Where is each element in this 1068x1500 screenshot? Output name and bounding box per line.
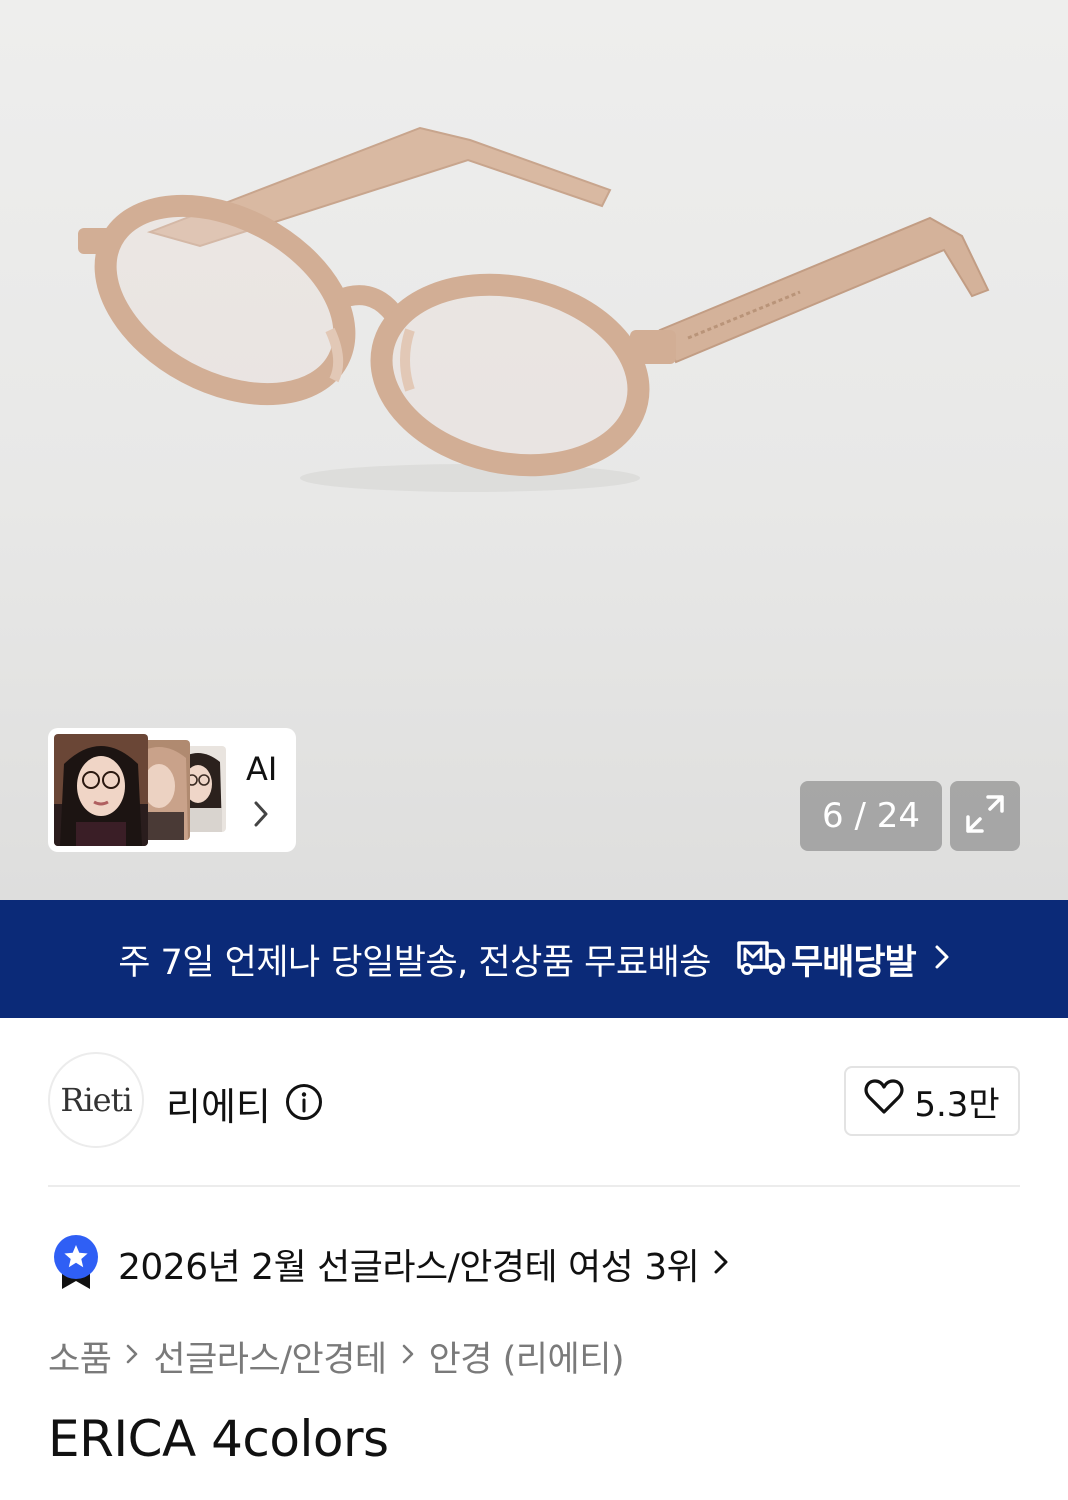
model-thumbnail [54, 734, 148, 846]
chevron-right-icon [125, 1342, 139, 1370]
breadcrumb-item[interactable]: 소품 [48, 1331, 112, 1382]
brand-logo[interactable]: Rieti [48, 1052, 144, 1148]
chevron-right-icon [401, 1342, 415, 1370]
info-icon[interactable] [284, 1082, 324, 1126]
ai-label: AI [246, 750, 278, 788]
image-counter: 6 / 24 [800, 781, 942, 851]
banner-logo: 무배당발 [733, 934, 917, 985]
like-count: 5.3만 [914, 1084, 1000, 1125]
ai-try-on-card[interactable]: AI [48, 728, 296, 852]
chevron-right-icon [713, 1248, 729, 1280]
ranking-text: 2026년 2월 선글라스/안경테 여성 3위 [118, 1247, 700, 1288]
breadcrumb-item[interactable]: 안경 (리에티) [429, 1331, 625, 1382]
product-image-gallery[interactable]: AI 6 / 24 [0, 0, 1068, 900]
brand-logo-text: Rieti [60, 1081, 132, 1119]
delivery-truck-m-icon [733, 937, 787, 981]
heart-icon [864, 1078, 914, 1124]
banner-text: 주 7일 언제나 당일발송, 전상품 무료배송 [118, 942, 711, 983]
product-title: ERICA 4colors [48, 1410, 389, 1468]
expand-image-button[interactable] [950, 781, 1020, 851]
free-shipping-banner[interactable]: 주 7일 언제나 당일발송, 전상품 무료배송 무배당발 [0, 900, 1068, 1018]
divider [48, 1185, 1020, 1187]
like-button[interactable]: 5.3만 [844, 1066, 1020, 1136]
brand-row: Rieti 리에티 5.3만 [48, 1052, 1020, 1150]
breadcrumb: 소품 선글라스/안경테 안경 (리에티) [48, 1328, 625, 1384]
chevron-right-icon [252, 800, 270, 832]
brand-name[interactable]: 리에티 [166, 1076, 271, 1131]
breadcrumb-item[interactable]: 선글라스/안경테 [153, 1331, 387, 1382]
expand-arrows-icon [962, 791, 1008, 841]
chevron-right-icon [934, 943, 950, 975]
ranking-badge-icon [52, 1233, 100, 1295]
banner-brand-text: 무배당발 [790, 942, 917, 983]
ranking-link[interactable]: 2026년 2월 선글라스/안경테 여성 3위 [52, 1234, 729, 1294]
